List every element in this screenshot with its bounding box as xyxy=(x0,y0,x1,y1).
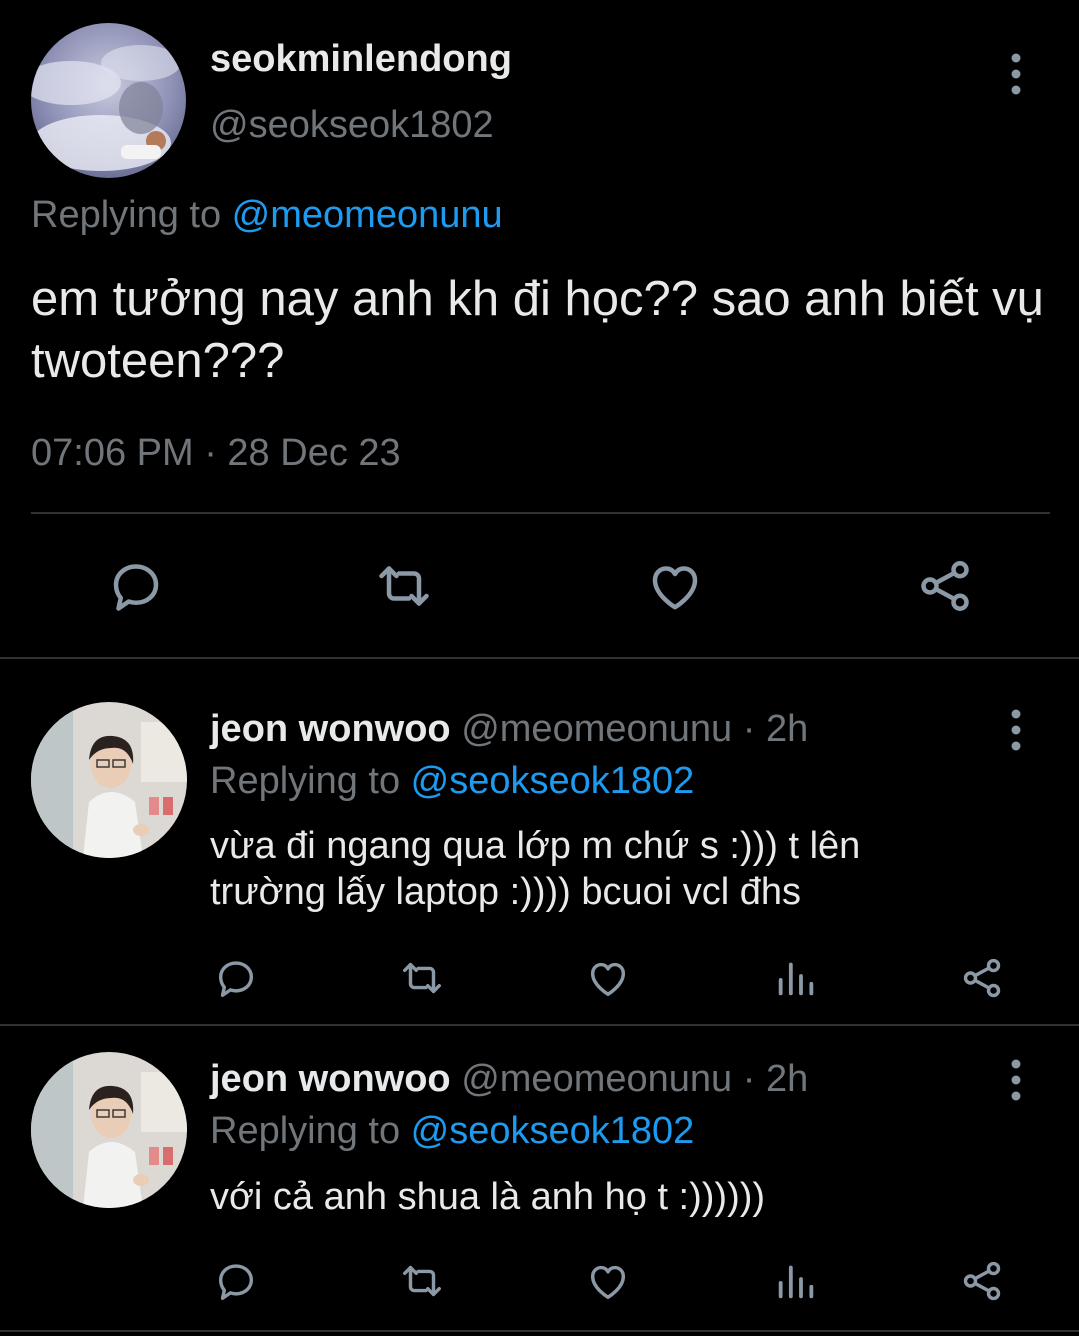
reply-header: jeon wonwoo @meomeonunu · 2h xyxy=(210,708,808,751)
relative-time: · 2h xyxy=(732,708,809,750)
user-handle[interactable]: @seokseok1802 xyxy=(210,104,494,147)
analytics-icon[interactable] xyxy=(773,955,819,1001)
like-icon[interactable] xyxy=(645,556,705,616)
retweet-icon[interactable] xyxy=(399,1258,445,1304)
replying-to-handle[interactable]: @meomeonunu xyxy=(232,194,503,236)
avatar[interactable] xyxy=(31,1052,187,1208)
share-icon[interactable] xyxy=(959,1258,1005,1304)
user-handle[interactable]: @meomeonunu xyxy=(461,708,732,750)
reply-icon[interactable] xyxy=(213,955,259,1001)
analytics-icon[interactable] xyxy=(773,1258,819,1304)
retweet-icon[interactable] xyxy=(399,955,445,1001)
reply-header: jeon wonwoo @meomeonunu · 2h xyxy=(210,1058,808,1101)
replying-to-handle[interactable]: @seokseok1802 xyxy=(411,760,695,802)
reply-icon[interactable] xyxy=(213,1258,259,1304)
divider xyxy=(0,1024,1079,1026)
tweet-text: với cả anh shua là anh họ t :)))))) xyxy=(210,1174,1050,1220)
tweet-text: vừa đi ngang qua lớp m chứ s :))) t lên … xyxy=(210,823,1050,915)
more-options-icon[interactable] xyxy=(998,708,1034,752)
divider xyxy=(0,657,1079,659)
divider xyxy=(31,512,1050,514)
more-options-icon[interactable] xyxy=(998,52,1034,96)
display-name[interactable]: jeon wonwoo xyxy=(210,1058,451,1100)
divider xyxy=(0,1330,1079,1332)
share-icon[interactable] xyxy=(959,955,1005,1001)
share-icon[interactable] xyxy=(915,556,975,616)
tweet-text: em tưởng nay anh kh đi học?? sao anh biế… xyxy=(31,272,1044,388)
user-handle[interactable]: @meomeonunu xyxy=(461,1058,732,1100)
relative-time: · 2h xyxy=(732,1058,809,1100)
like-icon[interactable] xyxy=(585,1258,631,1304)
tweet-text-line: vừa đi ngang qua lớp m chứ s :))) t lên xyxy=(210,825,861,867)
avatar[interactable] xyxy=(31,23,186,178)
display-name[interactable]: seokminlendong xyxy=(210,38,512,81)
replying-to: Replying to @seokseok1802 xyxy=(210,1110,694,1153)
replying-to-handle[interactable]: @seokseok1802 xyxy=(411,1110,695,1152)
more-options-icon[interactable] xyxy=(998,1058,1034,1102)
replying-to-label: Replying to xyxy=(31,194,232,236)
replying-to: Replying to @seokseok1802 xyxy=(210,760,694,803)
display-name[interactable]: jeon wonwoo xyxy=(210,708,451,750)
timestamp: 07:06 PM · 28 Dec 23 xyxy=(31,432,401,474)
replying-to-label: Replying to xyxy=(210,1110,411,1152)
tweet-text-line: với cả anh shua là anh họ t :)))))) xyxy=(210,1176,766,1218)
reply-icon[interactable] xyxy=(106,556,166,616)
like-icon[interactable] xyxy=(585,955,631,1001)
replying-to: Replying to @meomeonunu xyxy=(31,194,503,237)
tweet-text-line: trường lấy laptop :)))) bcuoi vcl đhs xyxy=(210,871,802,913)
avatar[interactable] xyxy=(31,702,187,858)
retweet-icon[interactable] xyxy=(374,556,434,616)
replying-to-label: Replying to xyxy=(210,760,411,802)
